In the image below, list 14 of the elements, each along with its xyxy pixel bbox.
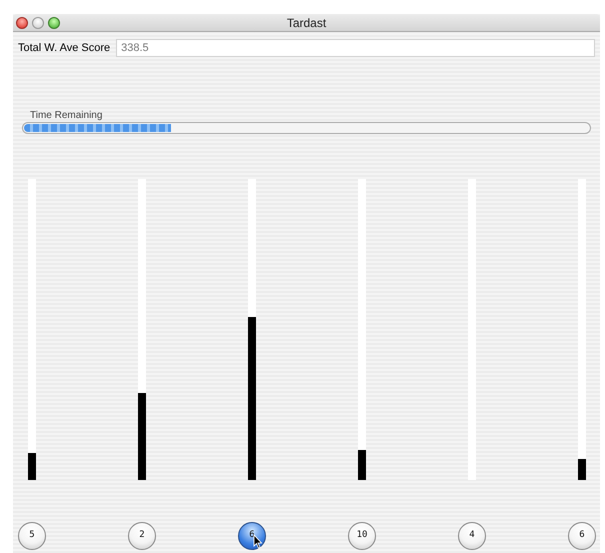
minimize-button[interactable]	[32, 17, 44, 29]
close-button[interactable]	[16, 17, 28, 29]
round-button[interactable]: 6	[568, 522, 596, 550]
time-remaining-label: Time Remaining	[30, 110, 104, 122]
round-button[interactable]: 2	[128, 522, 156, 550]
round-button[interactable]: 10	[348, 522, 376, 550]
zoom-button[interactable]	[48, 17, 60, 29]
round-button[interactable]: 5	[18, 522, 46, 550]
score-label: Total W. Ave Score	[18, 40, 110, 56]
window-title: Tardast	[286, 14, 326, 32]
round-button[interactable]: 6	[238, 522, 266, 550]
round-button[interactable]: 4	[458, 522, 486, 550]
pointer-icon	[253, 534, 263, 549]
score-field[interactable]: 338.5	[116, 39, 595, 57]
